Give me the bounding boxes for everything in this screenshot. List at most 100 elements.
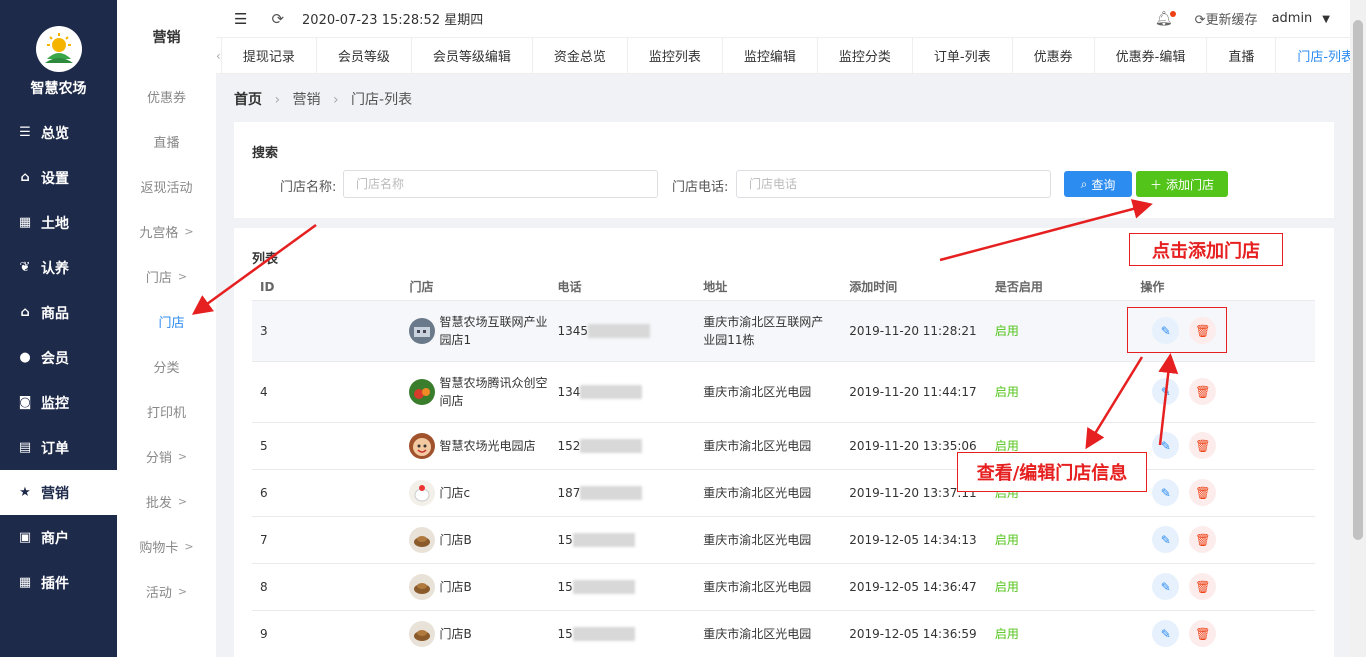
edit-button[interactable]: ✎ <box>1152 573 1180 600</box>
status-badge: 启用 <box>986 610 1133 657</box>
sub-sidebar-item-label: 批发 <box>145 496 172 511</box>
operations: ✎ 🗑︎ <box>1140 573 1315 600</box>
store-name-input[interactable] <box>343 170 658 198</box>
store-phone: 134 <box>557 384 581 399</box>
pencil-icon: ✎ <box>1160 384 1171 399</box>
column-header: 是否启用 <box>986 274 1133 301</box>
store-address: 重庆市渝北区互联网产业园11栋 <box>695 300 842 362</box>
sub-sidebar-item-7[interactable]: 打印机 <box>117 389 216 434</box>
sidebar-item-2[interactable]: ▦ 土地 <box>0 200 117 245</box>
breadcrumb-section[interactable]: 营销 <box>293 92 321 108</box>
operations-cell: ✎ 🗑︎ <box>1132 422 1315 470</box>
pencil-icon: ✎ <box>1160 532 1171 547</box>
tab-11[interactable]: 门店-列表× <box>1276 38 1350 73</box>
breadcrumb-home[interactable]: 首页 <box>234 92 262 108</box>
sidebar-item-9[interactable]: ▣ 商户 <box>0 515 117 560</box>
address-text: 重庆市渝北区光电园 <box>703 485 812 500</box>
sidebar-item-4[interactable]: ⌂ 商品 <box>0 290 117 335</box>
tab-8[interactable]: 优惠券 <box>1013 38 1095 73</box>
edit-button[interactable]: ✎ <box>1152 378 1180 405</box>
sub-sidebar-item-0[interactable]: 优惠券 <box>117 74 216 119</box>
tab-4[interactable]: 监控列表 <box>628 38 723 73</box>
sub-sidebar-item-1[interactable]: 直播 <box>117 119 216 164</box>
sidebar-item-3[interactable]: ❦ 认养 <box>0 245 117 290</box>
column-header: 地址 <box>695 274 842 301</box>
phone-cell: 15 <box>549 516 696 564</box>
tab-10[interactable]: 直播 <box>1207 38 1277 73</box>
sub-sidebar-item-label: 分类 <box>153 361 180 376</box>
tab-label: 资金总览 <box>553 50 606 65</box>
tab-6[interactable]: 监控分类 <box>818 38 913 73</box>
operations-cell: ✎ 🗑︎ <box>1132 516 1315 564</box>
delete-button[interactable]: 🗑︎ <box>1189 620 1217 647</box>
sub-sidebar-item-6[interactable]: 分类 <box>117 344 216 389</box>
refresh-icon[interactable]: ⟳ <box>271 10 284 28</box>
sidebar-item-6[interactable]: ◙ 监控 <box>0 380 117 425</box>
user-menu[interactable]: admin ▼ <box>1272 11 1330 26</box>
sub-sidebar-item-label: 优惠券 <box>146 91 186 106</box>
store-cell: 门店B <box>401 563 550 611</box>
edit-button[interactable]: ✎ <box>1152 526 1180 553</box>
sub-sidebar-item-9[interactable]: 批发 > <box>117 479 216 524</box>
sub-sidebar-item-4[interactable]: 门店 > <box>117 254 216 299</box>
delete-button[interactable]: 🗑︎ <box>1189 573 1217 600</box>
tab-9[interactable]: 优惠券-编辑 <box>1095 38 1208 73</box>
add-time: 2019-12-05 14:36:59 <box>841 610 987 657</box>
scrollbar-thumb[interactable] <box>1353 20 1363 540</box>
menu-toggle-icon[interactable]: ☰ <box>234 10 247 28</box>
edit-button[interactable]: ✎ <box>1152 479 1180 506</box>
sidebar-item-10[interactable]: ▦ 插件 <box>0 560 117 605</box>
status-badge: 启用 <box>986 300 1133 362</box>
delete-button[interactable]: 🗑︎ <box>1189 378 1217 405</box>
column-header: 添加时间 <box>841 274 987 301</box>
address-text: 重庆市渝北区光电园 <box>703 384 812 399</box>
tab-label: 监控编辑 <box>743 50 796 65</box>
chevron-right-icon: > <box>177 450 188 463</box>
tab-3[interactable]: 资金总览 <box>533 38 628 73</box>
phone-info: 134 <box>557 384 695 399</box>
sub-sidebar-item-8[interactable]: 分销 > <box>117 434 216 479</box>
bell-icon[interactable]: 🔔︎ <box>1155 10 1176 27</box>
add-store-button[interactable]: ＋ 添加门店 <box>1136 171 1228 197</box>
tab-1[interactable]: 会员等级 <box>317 38 412 73</box>
store-phone-input[interactable] <box>736 170 1051 198</box>
sidebar-item-label: 认养 <box>41 260 69 277</box>
store-cell: 门店B <box>401 610 550 657</box>
sidebar-item-8[interactable]: ★ 营销 <box>0 470 117 515</box>
sidebar-item-label: 监控 <box>41 395 69 412</box>
tab-7[interactable]: 订单-列表 <box>913 38 1013 73</box>
page-scrollbar[interactable] <box>1350 0 1366 657</box>
delete-button[interactable]: 🗑︎ <box>1189 432 1217 459</box>
delete-button[interactable]: 🗑︎ <box>1189 526 1217 553</box>
tab-2[interactable]: 会员等级编辑 <box>412 38 533 73</box>
phone-cell: 187 <box>549 469 696 517</box>
store-avatar <box>409 432 436 459</box>
grid-icon: ▦ <box>18 215 32 230</box>
app-logo[interactable]: 智慧农场 <box>0 0 117 110</box>
sub-sidebar-item-3[interactable]: 九宫格 > <box>117 209 216 254</box>
tab-5[interactable]: 监控编辑 <box>723 38 818 73</box>
sidebar-item-5[interactable]: ● 会员 <box>0 335 117 380</box>
query-button[interactable]: ⌕ 查询 <box>1064 171 1132 197</box>
pencil-icon: ✎ <box>1160 579 1171 594</box>
sidebar-item-7[interactable]: ▤ 订单 <box>0 425 117 470</box>
update-cache-button[interactable]: ⟳更新缓存 <box>1195 9 1258 28</box>
sidebar-item-1[interactable]: ⌂ 设置 <box>0 155 117 200</box>
store-cell: 门店B <box>401 516 550 564</box>
phone-redaction <box>588 323 651 338</box>
tab-label: 直播 <box>1228 50 1255 65</box>
sub-sidebar-item-2[interactable]: 返现活动 <box>117 164 216 209</box>
edit-button[interactable]: ✎ <box>1152 432 1180 459</box>
delete-button[interactable]: 🗑︎ <box>1189 479 1217 506</box>
sub-sidebar-item-10[interactable]: 购物卡 > <box>117 524 216 569</box>
operations: ✎ 🗑︎ <box>1140 526 1315 553</box>
sidebar-item-0[interactable]: ☰ 总览 <box>0 110 117 155</box>
edit-button[interactable]: ✎ <box>1152 620 1180 647</box>
tab-0[interactable]: 提现记录 <box>222 38 317 73</box>
sub-sidebar-item-5[interactable]: 门店 <box>117 299 216 344</box>
column-header: ID <box>252 274 402 301</box>
table-row: 8 门店B 15 重庆市渝北区光电园 2019-12-05 14:36:47 启用 ✎ 🗑︎ <box>252 563 1315 611</box>
table-row: 5 智慧农场光电园店 152 重庆市渝北区光电园 2019-11-20 13:35:06… <box>252 422 1315 470</box>
sub-sidebar-item-11[interactable]: 活动 > <box>117 569 216 614</box>
store-name: 智慧农场腾讯众创空间店 <box>439 375 548 408</box>
